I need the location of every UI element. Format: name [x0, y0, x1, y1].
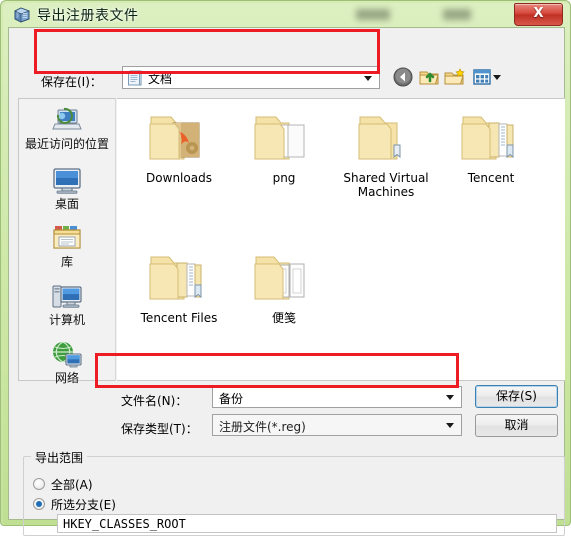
list-item[interactable]: png — [230, 107, 338, 185]
sidebar-item-label: 最近访问的位置 — [24, 137, 109, 151]
list-item[interactable]: Tencent — [437, 107, 545, 185]
folder-notes-icon — [248, 247, 320, 309]
new-folder-icon[interactable] — [444, 66, 466, 88]
list-item-label: 便笺 — [271, 311, 296, 325]
chevron-down-icon[interactable] — [446, 423, 454, 428]
chevron-down-icon[interactable] — [446, 395, 454, 400]
look-in-combobox[interactable]: 文档 — [122, 66, 380, 89]
sidebar-item-recent-places[interactable]: 最近访问的位置 — [19, 105, 115, 151]
radio-unchecked-icon — [33, 478, 45, 490]
folder-downloads-icon — [143, 107, 215, 169]
network-icon — [50, 339, 84, 371]
list-item-label: Shared Virtual Machines — [343, 171, 429, 199]
recent-places-icon — [50, 105, 84, 137]
desktop-icon — [50, 165, 84, 197]
look-in-value: 文档 — [148, 72, 173, 86]
list-item-label: Downloads — [146, 171, 212, 185]
sidebar-item-label: 库 — [60, 255, 73, 269]
redacted-title-text-1 — [356, 9, 390, 20]
selected-branch-value: HKEY_CLASSES_ROOT — [63, 517, 186, 531]
cancel-button[interactable]: 取消 — [475, 414, 558, 437]
chevron-down-icon — [364, 75, 372, 81]
redacted-title-text-2 — [443, 9, 471, 20]
selected-branch-input[interactable]: HKEY_CLASSES_ROOT — [57, 514, 557, 533]
sidebar-item-computer[interactable]: 计算机 — [19, 281, 115, 327]
views-chevron-down-icon[interactable] — [493, 75, 501, 80]
radio-label: 全部(A) — [51, 478, 93, 492]
close-button[interactable]: X — [514, 3, 563, 26]
filename-value: 备份 — [219, 392, 244, 406]
sidebar-item-label: 网络 — [54, 371, 79, 385]
up-folder-icon[interactable] — [418, 66, 440, 88]
back-arrow-icon[interactable] — [392, 66, 414, 88]
folder-multi-icon — [455, 107, 527, 169]
libraries-icon — [50, 223, 84, 255]
filename-label: 文件名(N)： — [121, 394, 188, 408]
sidebar-item-libraries[interactable]: 库 — [19, 223, 115, 269]
page-title: 导出注册表文件 — [37, 8, 139, 24]
places-sidebar: 最近访问的位置 桌面 库 计算机 网络 — [18, 98, 116, 385]
folder-multi-icon — [143, 247, 215, 309]
title-bar[interactable]: 导出注册表文件 X — [1, 1, 571, 27]
sidebar-item-desktop[interactable]: 桌面 — [19, 165, 115, 211]
export-registry-dialog-window: 导出注册表文件 X 保存在(I)： 文档 最近访问的位置 桌面 库 计算机 网络… — [0, 0, 571, 536]
list-item-label: Tencent — [467, 171, 515, 185]
list-item-label: Tencent Files — [140, 311, 218, 325]
sidebar-item-label: 计算机 — [48, 313, 85, 327]
filetype-label: 保存类型(T)： — [121, 422, 198, 436]
list-item[interactable]: Downloads — [125, 107, 233, 185]
radio-label: 所选分支(E) — [51, 498, 116, 512]
sidebar-item-network[interactable]: 网络 — [19, 339, 115, 385]
save-button[interactable]: 保存(S) — [475, 385, 558, 408]
filename-input[interactable]: 备份 — [212, 386, 462, 408]
export-range-legend: 导出范围 — [31, 449, 88, 466]
look-in-label: 保存在(I)： — [41, 75, 102, 89]
documents-folder-icon — [128, 70, 143, 86]
list-item[interactable]: Tencent Files — [125, 247, 233, 325]
radio-checked-icon — [33, 498, 45, 510]
registry-editor-icon — [13, 6, 31, 24]
dialog-client-area: 保存在(I)： 文档 最近访问的位置 桌面 库 计算机 网络 Downloads… — [8, 27, 565, 536]
folder-docs-icon — [248, 107, 320, 169]
list-item[interactable]: Shared Virtual Machines — [332, 107, 440, 199]
filetype-value: 注册文件(*.reg) — [219, 420, 306, 434]
list-item[interactable]: 便笺 — [230, 247, 338, 325]
file-list-panel[interactable]: Downloads png Shared Virtual Machines Te… — [117, 98, 565, 381]
filetype-combobox[interactable]: 注册文件(*.reg) — [212, 414, 462, 436]
list-item-label: png — [272, 171, 296, 185]
views-icon[interactable] — [471, 66, 493, 88]
folder-plain-icon — [350, 107, 422, 169]
computer-icon — [50, 281, 84, 313]
sidebar-item-label: 桌面 — [54, 197, 79, 211]
